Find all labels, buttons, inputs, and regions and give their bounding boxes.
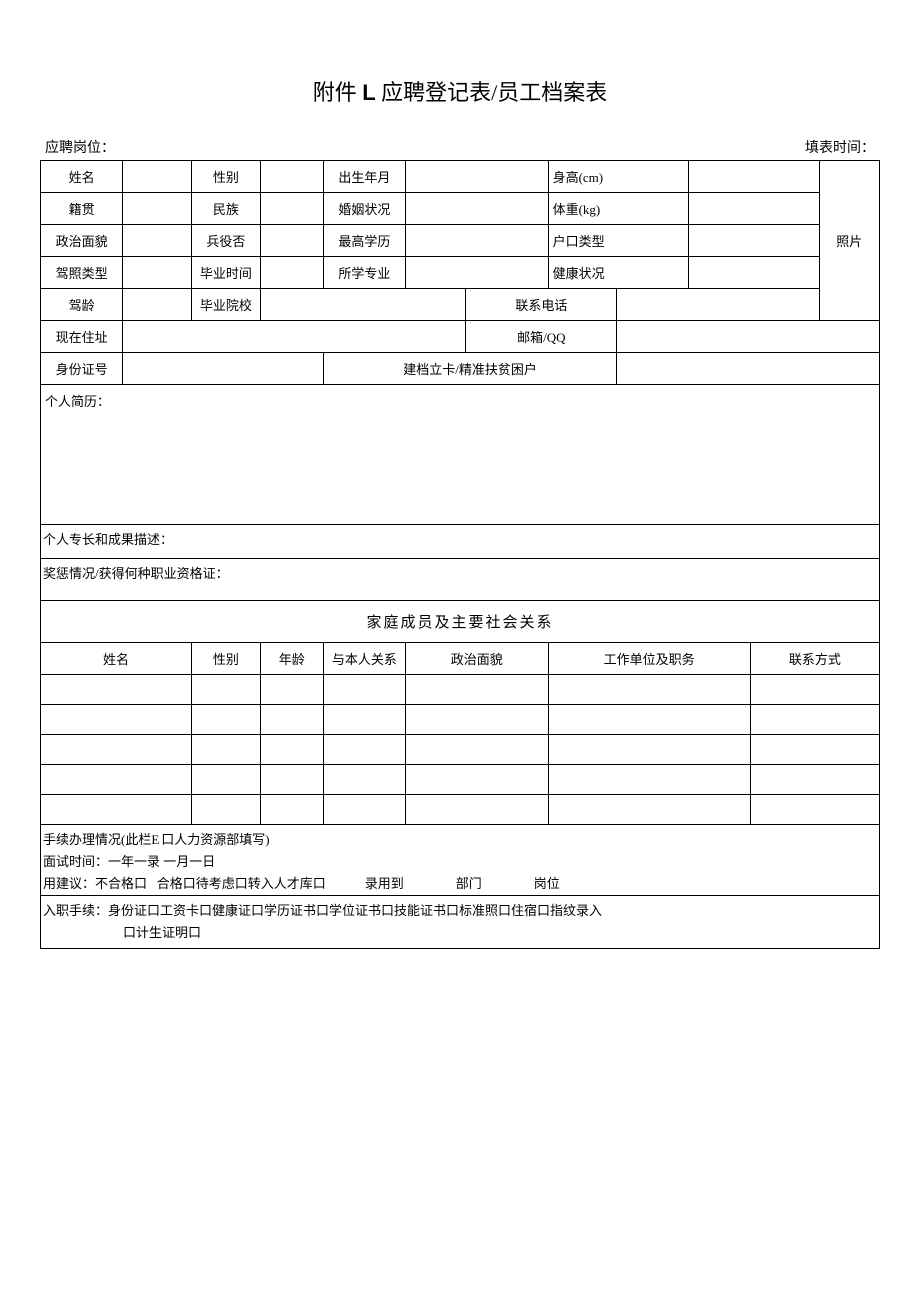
field-school[interactable] <box>260 288 466 320</box>
field-native[interactable] <box>123 192 192 224</box>
field-address[interactable] <box>123 320 466 352</box>
label-native: 籍贯 <box>41 192 123 224</box>
family-row[interactable] <box>41 734 880 764</box>
field-edu[interactable] <box>405 224 548 256</box>
label-health: 健康状况 <box>548 256 688 288</box>
label-gender: 性别 <box>192 160 261 192</box>
field-military[interactable] <box>260 224 323 256</box>
field-height[interactable] <box>688 160 819 192</box>
field-idno[interactable] <box>123 352 324 384</box>
label-gradtime: 毕业时间 <box>192 256 261 288</box>
field-phone[interactable] <box>617 288 819 320</box>
label-marital: 婚姻状况 <box>323 192 405 224</box>
field-name[interactable] <box>123 160 192 192</box>
label-politics: 政治面貌 <box>41 224 123 256</box>
fill-time-label: 填表时间： <box>805 137 875 157</box>
label-military: 兵役否 <box>192 224 261 256</box>
label-poverty: 建档立卡/精准扶贫困户 <box>323 352 617 384</box>
family-row[interactable] <box>41 674 880 704</box>
label-name: 姓名 <box>41 160 123 192</box>
fam-header-age: 年龄 <box>260 642 323 674</box>
fam-header-work: 工作单位及职务 <box>548 642 750 674</box>
field-gradtime[interactable] <box>260 256 323 288</box>
label-phone: 联系电话 <box>466 288 617 320</box>
fam-header-relation: 与本人关系 <box>323 642 405 674</box>
photo-cell: 照片 <box>819 160 879 320</box>
label-weight: 体重(kg) <box>548 192 688 224</box>
fam-header-contact: 联系方式 <box>750 642 879 674</box>
label-birth: 出生年月 <box>323 160 405 192</box>
label-hukou: 户口类型 <box>548 224 688 256</box>
field-email[interactable] <box>617 320 880 352</box>
label-height: 身高(cm) <box>548 160 688 192</box>
field-poverty[interactable] <box>617 352 880 384</box>
label-ethnic: 民族 <box>192 192 261 224</box>
family-row[interactable] <box>41 704 880 734</box>
field-major[interactable] <box>405 256 548 288</box>
field-politics[interactable] <box>123 224 192 256</box>
fam-header-name: 姓名 <box>41 642 192 674</box>
main-form-table: 姓名 性别 出生年月 身高(cm) 照片 籍贯 民族 婚姻状况 体重(kg) 政… <box>40 160 880 949</box>
field-weight[interactable] <box>688 192 819 224</box>
label-driveage: 驾龄 <box>41 288 123 320</box>
field-driveage[interactable] <box>123 288 192 320</box>
onboarding-section: 入职手续：身份证口工资卡口健康证口学历证书口学位证书口技能证书口标准照口住宿口指… <box>41 896 880 949</box>
procedures-section: 手续办理情况(此栏E口人力资源部填写) 面试时间：一年一录 一月一日 用建议：不… <box>41 824 880 895</box>
fam-header-gender: 性别 <box>192 642 261 674</box>
family-section-header: 家庭成员及主要社会关系 <box>41 600 880 642</box>
label-license: 驾照类型 <box>41 256 123 288</box>
specialty-section[interactable]: 个人专长和成果描述： <box>41 524 880 558</box>
family-row[interactable] <box>41 764 880 794</box>
label-address: 现在住址 <box>41 320 123 352</box>
field-license[interactable] <box>123 256 192 288</box>
field-birth[interactable] <box>405 160 548 192</box>
field-gender[interactable] <box>260 160 323 192</box>
header-row: 应聘岗位： 填表时间： <box>40 137 880 157</box>
position-label: 应聘岗位： <box>45 137 115 157</box>
label-email: 邮箱/QQ <box>466 320 617 352</box>
resume-section[interactable]: 个人简历： <box>41 384 880 524</box>
field-marital[interactable] <box>405 192 548 224</box>
fam-header-politics: 政治面貌 <box>405 642 548 674</box>
field-health[interactable] <box>688 256 819 288</box>
label-idno: 身份证号 <box>41 352 123 384</box>
family-row[interactable] <box>41 794 880 824</box>
awards-section[interactable]: 奖惩情况/获得何种职业资格证： <box>41 558 880 600</box>
label-school: 毕业院校 <box>192 288 261 320</box>
field-ethnic[interactable] <box>260 192 323 224</box>
label-major: 所学专业 <box>323 256 405 288</box>
field-hukou[interactable] <box>688 224 819 256</box>
label-edu: 最高学历 <box>323 224 405 256</box>
form-title: 附件 L 应聘登记表/员工档案表 <box>40 75 880 107</box>
